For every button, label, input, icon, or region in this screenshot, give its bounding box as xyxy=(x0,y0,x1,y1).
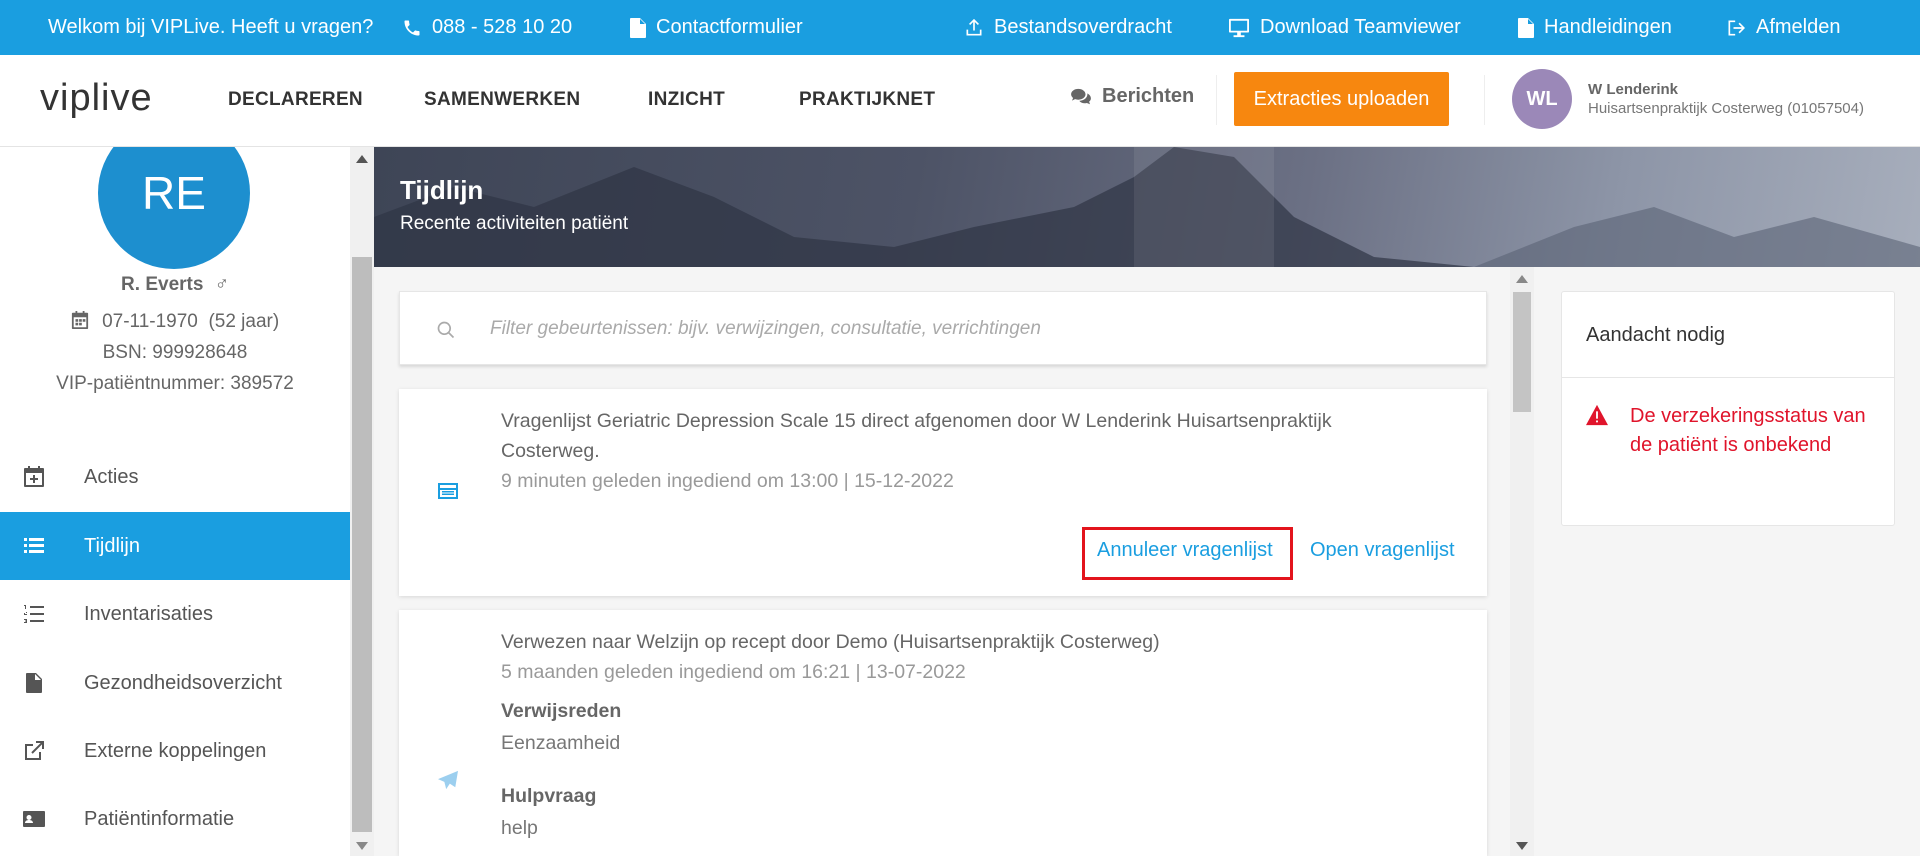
scroll-up-arrow-icon[interactable] xyxy=(356,155,368,163)
sidebar-item-gezondheidsoverzicht[interactable]: Gezondheidsoverzicht xyxy=(0,649,350,717)
cancel-questionnaire-link[interactable]: Annuleer vragenlijst xyxy=(1097,539,1273,562)
nav-inzicht[interactable]: INZICHT xyxy=(648,89,725,111)
scroll-down-arrow-icon[interactable] xyxy=(356,842,368,850)
id-card-icon xyxy=(23,811,45,827)
header-divider xyxy=(1484,75,1485,125)
patient-vip-number: VIP-patiëntnummer: 389572 xyxy=(56,373,294,394)
filter-box xyxy=(399,291,1487,365)
logout-icon xyxy=(1728,20,1745,35)
document-icon xyxy=(26,673,42,693)
scroll-down-arrow-icon[interactable] xyxy=(1516,842,1528,850)
divider xyxy=(1562,377,1894,378)
event-meta: 9 minuten geleden ingediend om 13:00 | 1… xyxy=(501,470,954,492)
event-meta: 5 maanden geleden ingediend om 16:21 | 1… xyxy=(501,661,966,683)
timeline-banner: Tijdlijn Recente activiteiten patiënt xyxy=(374,147,1920,267)
calendar-icon xyxy=(71,311,88,329)
sidebar-item-inventarisaties[interactable]: Inventarisaties xyxy=(0,580,350,648)
help-question-label: Hulpvraag xyxy=(501,785,597,807)
upload-icon xyxy=(966,18,982,35)
manuals-link[interactable]: Handleidingen xyxy=(1518,0,1672,55)
document-icon xyxy=(630,17,646,38)
attention-panel: Aandacht nodig De verzekeringsstatus van… xyxy=(1561,291,1895,526)
nav-praktijknet[interactable]: PRAKTIJKNET xyxy=(799,89,935,111)
phone-icon xyxy=(404,20,420,35)
sidebar-item-externe-koppelingen[interactable]: Externe koppelingen xyxy=(0,717,350,785)
search-icon xyxy=(437,321,455,339)
patient-avatar: RE xyxy=(98,147,250,269)
warning-icon xyxy=(1586,404,1608,426)
attention-title: Aandacht nodig xyxy=(1586,324,1726,346)
male-icon: ♂ xyxy=(214,274,229,295)
file-transfer-link[interactable]: Bestandsoverdracht xyxy=(964,0,1172,55)
form-icon xyxy=(438,483,458,499)
patient-sidebar: RE R. Everts ♂ 07-11-1970 (52 jaar) BSN:… xyxy=(0,147,350,856)
mountain-backdrop xyxy=(374,147,1920,267)
upload-extractions-button[interactable]: Extracties uploaden xyxy=(1234,72,1449,126)
numbered-list-icon xyxy=(24,605,44,623)
viplive-logo[interactable]: viplive xyxy=(40,77,153,120)
main-scrollbar-thumb[interactable] xyxy=(1513,292,1531,412)
referral-reason-value: Eenzaamheid xyxy=(501,732,621,754)
logout-link[interactable]: Afmelden xyxy=(1726,0,1841,55)
nav-declareren[interactable]: DECLAREREN xyxy=(228,89,363,111)
patient-name: R. Everts ♂ xyxy=(121,274,229,295)
sidebar-scrollbar[interactable] xyxy=(350,147,374,856)
event-description: Vragenlijst Geriatric Depression Scale 1… xyxy=(501,410,1332,432)
referral-reason-label: Verwijsreden xyxy=(501,700,622,722)
header-divider xyxy=(1216,75,1217,125)
nav-samenwerken[interactable]: SAMENWERKEN xyxy=(424,89,580,111)
list-icon xyxy=(24,538,44,553)
main-header: viplive DECLAREREN SAMENWERKEN INZICHT P… xyxy=(0,55,1920,147)
open-questionnaire-link[interactable]: Open vragenlijst xyxy=(1310,539,1455,562)
scroll-up-arrow-icon[interactable] xyxy=(1516,275,1528,283)
sidebar-item-patientinformatie[interactable]: Patiëntinformatie xyxy=(0,785,350,853)
teamviewer-link[interactable]: Download Teamviewer xyxy=(1228,0,1461,55)
event-description-cont: Costerweg. xyxy=(501,440,600,462)
timeline-event-card: Verwezen naar Welzijn op recept door Dem… xyxy=(399,610,1487,856)
help-question-value: help xyxy=(501,817,538,839)
document-icon xyxy=(1518,17,1534,38)
user-name: W Lenderink xyxy=(1588,81,1679,98)
paper-plane-icon xyxy=(438,770,458,790)
external-link-icon xyxy=(25,741,44,760)
monitor-icon xyxy=(1229,18,1249,37)
messages-link[interactable]: Berichten xyxy=(1070,85,1194,108)
filter-input[interactable] xyxy=(490,312,1450,346)
sidebar-scrollbar-thumb[interactable] xyxy=(352,257,372,832)
event-description: Verwezen naar Welzijn op recept door Dem… xyxy=(501,631,1160,653)
page-subtitle: Recente activiteiten patiënt xyxy=(400,213,629,234)
top-bar: Welkom bij VIPLive. Heeft u vragen? 088 … xyxy=(0,0,1920,55)
patient-bsn: BSN: 999928648 xyxy=(102,342,248,363)
contact-form-link[interactable]: Contactformulier xyxy=(630,0,803,55)
calendar-plus-icon xyxy=(24,466,44,487)
user-avatar[interactable]: WL xyxy=(1512,69,1572,129)
main-scrollbar[interactable] xyxy=(1510,267,1534,856)
insurance-warning-text: De verzekeringsstatus van de patiënt is … xyxy=(1630,405,1866,456)
sidebar-item-acties[interactable]: Acties xyxy=(0,443,350,511)
page-title: Tijdlijn xyxy=(400,175,484,205)
welcome-text: Welkom bij VIPLive. Heeft u vragen? xyxy=(48,16,374,38)
sidebar-item-tijdlijn[interactable]: Tijdlijn xyxy=(0,512,350,580)
patient-birthdate: 07-11-1970 (52 jaar) xyxy=(0,311,350,333)
timeline-event-card: Vragenlijst Geriatric Depression Scale 1… xyxy=(399,389,1487,596)
user-practice: Huisartsenpraktijk Costerweg (01057504) xyxy=(1588,100,1864,117)
chat-icon xyxy=(1071,88,1091,104)
phone-link[interactable]: 088 - 528 10 20 xyxy=(402,0,572,55)
